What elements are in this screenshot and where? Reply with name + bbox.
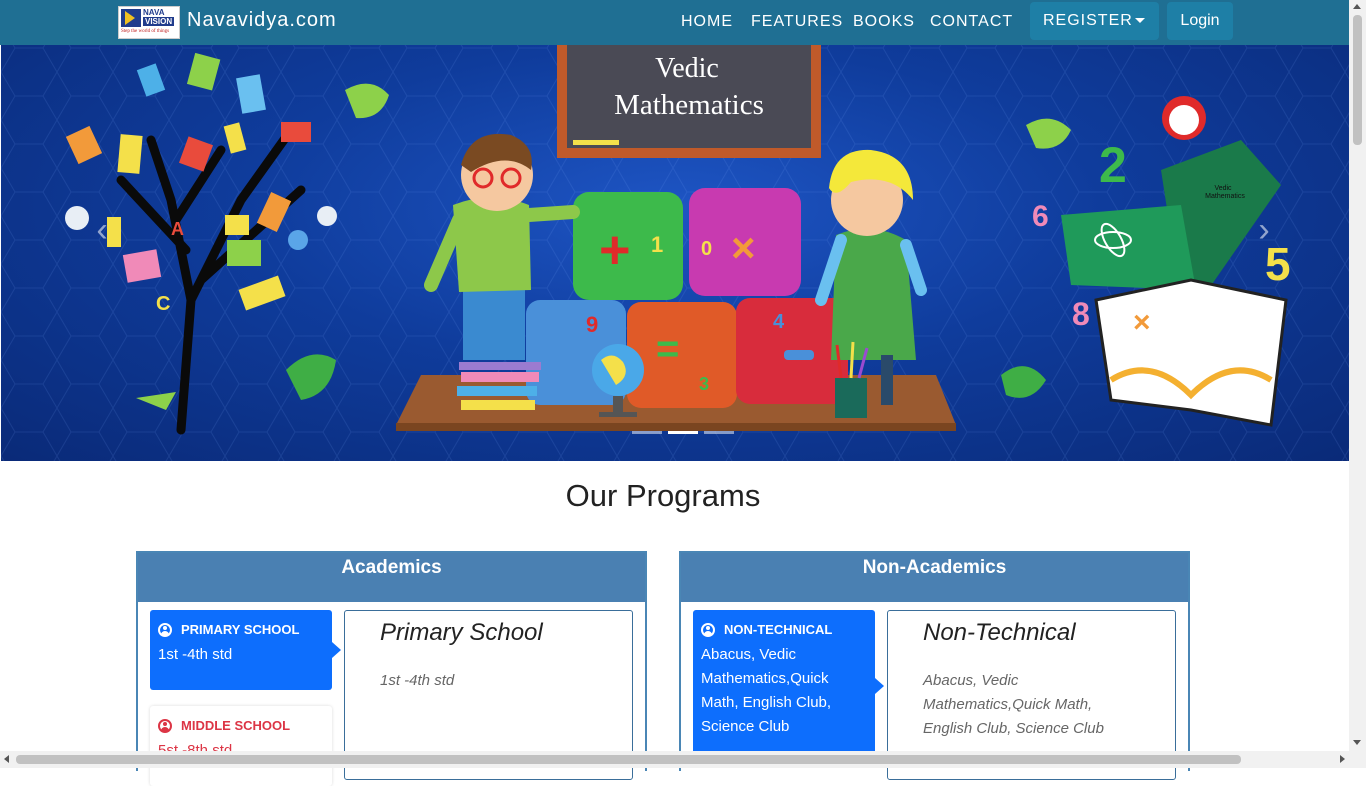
- top-navbar: NAVA VISION Step the world of things Nav…: [0, 0, 1349, 45]
- logo-tagline: Step the world of things: [121, 29, 170, 34]
- nav-home[interactable]: HOME: [681, 13, 733, 31]
- panel-desc: Abacus, Vedic Mathematics,Quick Math, En…: [923, 672, 1104, 737]
- book-title: Vedic: [1214, 185, 1232, 192]
- logo-mark-icon: [121, 9, 141, 27]
- carousel-indicator-1[interactable]: [632, 431, 662, 434]
- nav-contact[interactable]: CONTACT: [930, 13, 1013, 31]
- tab-primary-school[interactable]: PRIMARY SCHOOL 1st -4th std: [150, 610, 341, 690]
- svg-text:4: 4: [773, 311, 785, 333]
- horizontal-scrollbar[interactable]: [0, 751, 1366, 768]
- blackboard: Vedic Mathematics: [557, 36, 821, 158]
- active-tab-arrow-icon: [332, 642, 341, 658]
- tab-non-technical[interactable]: NON-TECHNICAL Abacus, Vedic Mathematics,…: [693, 610, 884, 760]
- tab-title-text: PRIMARY SCHOOL: [181, 622, 300, 637]
- card-heading: Non-Academics: [681, 553, 1188, 602]
- svg-text:0: 0: [701, 238, 712, 260]
- svg-text:+: +: [599, 220, 631, 280]
- svg-text:×: ×: [731, 224, 756, 271]
- scroll-down-icon[interactable]: [1353, 740, 1361, 745]
- carousel-indicator-3[interactable]: [704, 431, 734, 434]
- vertical-scroll-thumb[interactable]: [1353, 15, 1362, 145]
- svg-text:A: A: [171, 219, 184, 239]
- active-tab-arrow-icon: [875, 678, 884, 694]
- site-logo[interactable]: NAVA VISION Step the world of things: [118, 6, 180, 39]
- login-button[interactable]: Login: [1167, 2, 1233, 40]
- svg-text:×: ×: [1133, 306, 1151, 339]
- board-line2: Mathematics: [614, 89, 764, 121]
- nav-features[interactable]: FEATURES: [751, 13, 843, 31]
- svg-text:C: C: [156, 293, 170, 315]
- svg-text:6: 6: [1032, 200, 1049, 233]
- tab-middle-school[interactable]: MIDDLE SCHOOL 5st -8th std: [150, 706, 332, 786]
- logo-text-top: NAVA: [143, 8, 165, 17]
- user-circle-icon: [158, 718, 172, 733]
- tab-title-text: MIDDLE SCHOOL: [181, 718, 291, 733]
- svg-text:Mathematics: Mathematics: [1205, 193, 1245, 200]
- scroll-right-icon[interactable]: [1340, 755, 1345, 763]
- brand-name[interactable]: Navavidya.com: [187, 9, 337, 32]
- chevron-left-icon[interactable]: ‹: [87, 210, 117, 250]
- register-dropdown-button[interactable]: REGISTER: [1030, 2, 1159, 40]
- tab-title: NON-TECHNICAL: [701, 622, 867, 637]
- section-title: Our Programs: [565, 478, 761, 513]
- user-circle-icon: [158, 622, 172, 637]
- academics-card: Academics PRIMARY SCHOOL 1st -4th std MI…: [136, 551, 647, 786]
- register-label: REGISTER: [1043, 12, 1133, 29]
- tab-desc: Abacus, Vedic Mathematics,Quick Math, En…: [701, 646, 832, 735]
- tab-desc: 1st -4th std: [158, 646, 233, 663]
- svg-text:9: 9: [586, 312, 598, 337]
- tab-title: MIDDLE SCHOOL: [158, 718, 324, 733]
- svg-text:=: =: [656, 327, 679, 371]
- carousel-indicators: [1, 431, 1349, 435]
- panel-title: Primary School: [380, 619, 543, 646]
- hero-illustration: C A Vedic Mathematics + 1 0 × 9 = 3 4 2 …: [1, 0, 1349, 461]
- nav-books[interactable]: BOOKS: [853, 13, 915, 31]
- svg-text:1: 1: [651, 232, 663, 257]
- tab-title-text: NON-TECHNICAL: [724, 622, 833, 637]
- caret-down-icon: [1135, 18, 1145, 23]
- user-circle-icon: [701, 622, 715, 637]
- carousel-indicator-2[interactable]: [668, 431, 698, 434]
- card-heading: Academics: [138, 553, 645, 602]
- horizontal-scroll-thumb[interactable]: [16, 755, 1241, 764]
- svg-text:2: 2: [1099, 137, 1127, 193]
- vertical-scrollbar[interactable]: [1349, 0, 1366, 751]
- panel-desc: 1st -4th std: [380, 672, 455, 689]
- hero-carousel[interactable]: C A Vedic Mathematics + 1 0 × 9 = 3 4 2 …: [1, 0, 1349, 461]
- panel-title: Non-Technical: [923, 619, 1076, 646]
- board-line1: Vedic: [655, 53, 719, 84]
- scroll-up-icon[interactable]: [1353, 4, 1361, 9]
- svg-text:3: 3: [699, 374, 709, 394]
- non-academics-card: Non-Academics NON-TECHNICAL Abacus, Vedi…: [679, 551, 1190, 780]
- scroll-left-icon[interactable]: [4, 755, 9, 763]
- chevron-right-icon[interactable]: ›: [1249, 210, 1279, 250]
- tab-title: PRIMARY SCHOOL: [158, 622, 324, 637]
- logo-text-bottom: VISION: [143, 17, 175, 26]
- svg-text:8: 8: [1072, 296, 1090, 332]
